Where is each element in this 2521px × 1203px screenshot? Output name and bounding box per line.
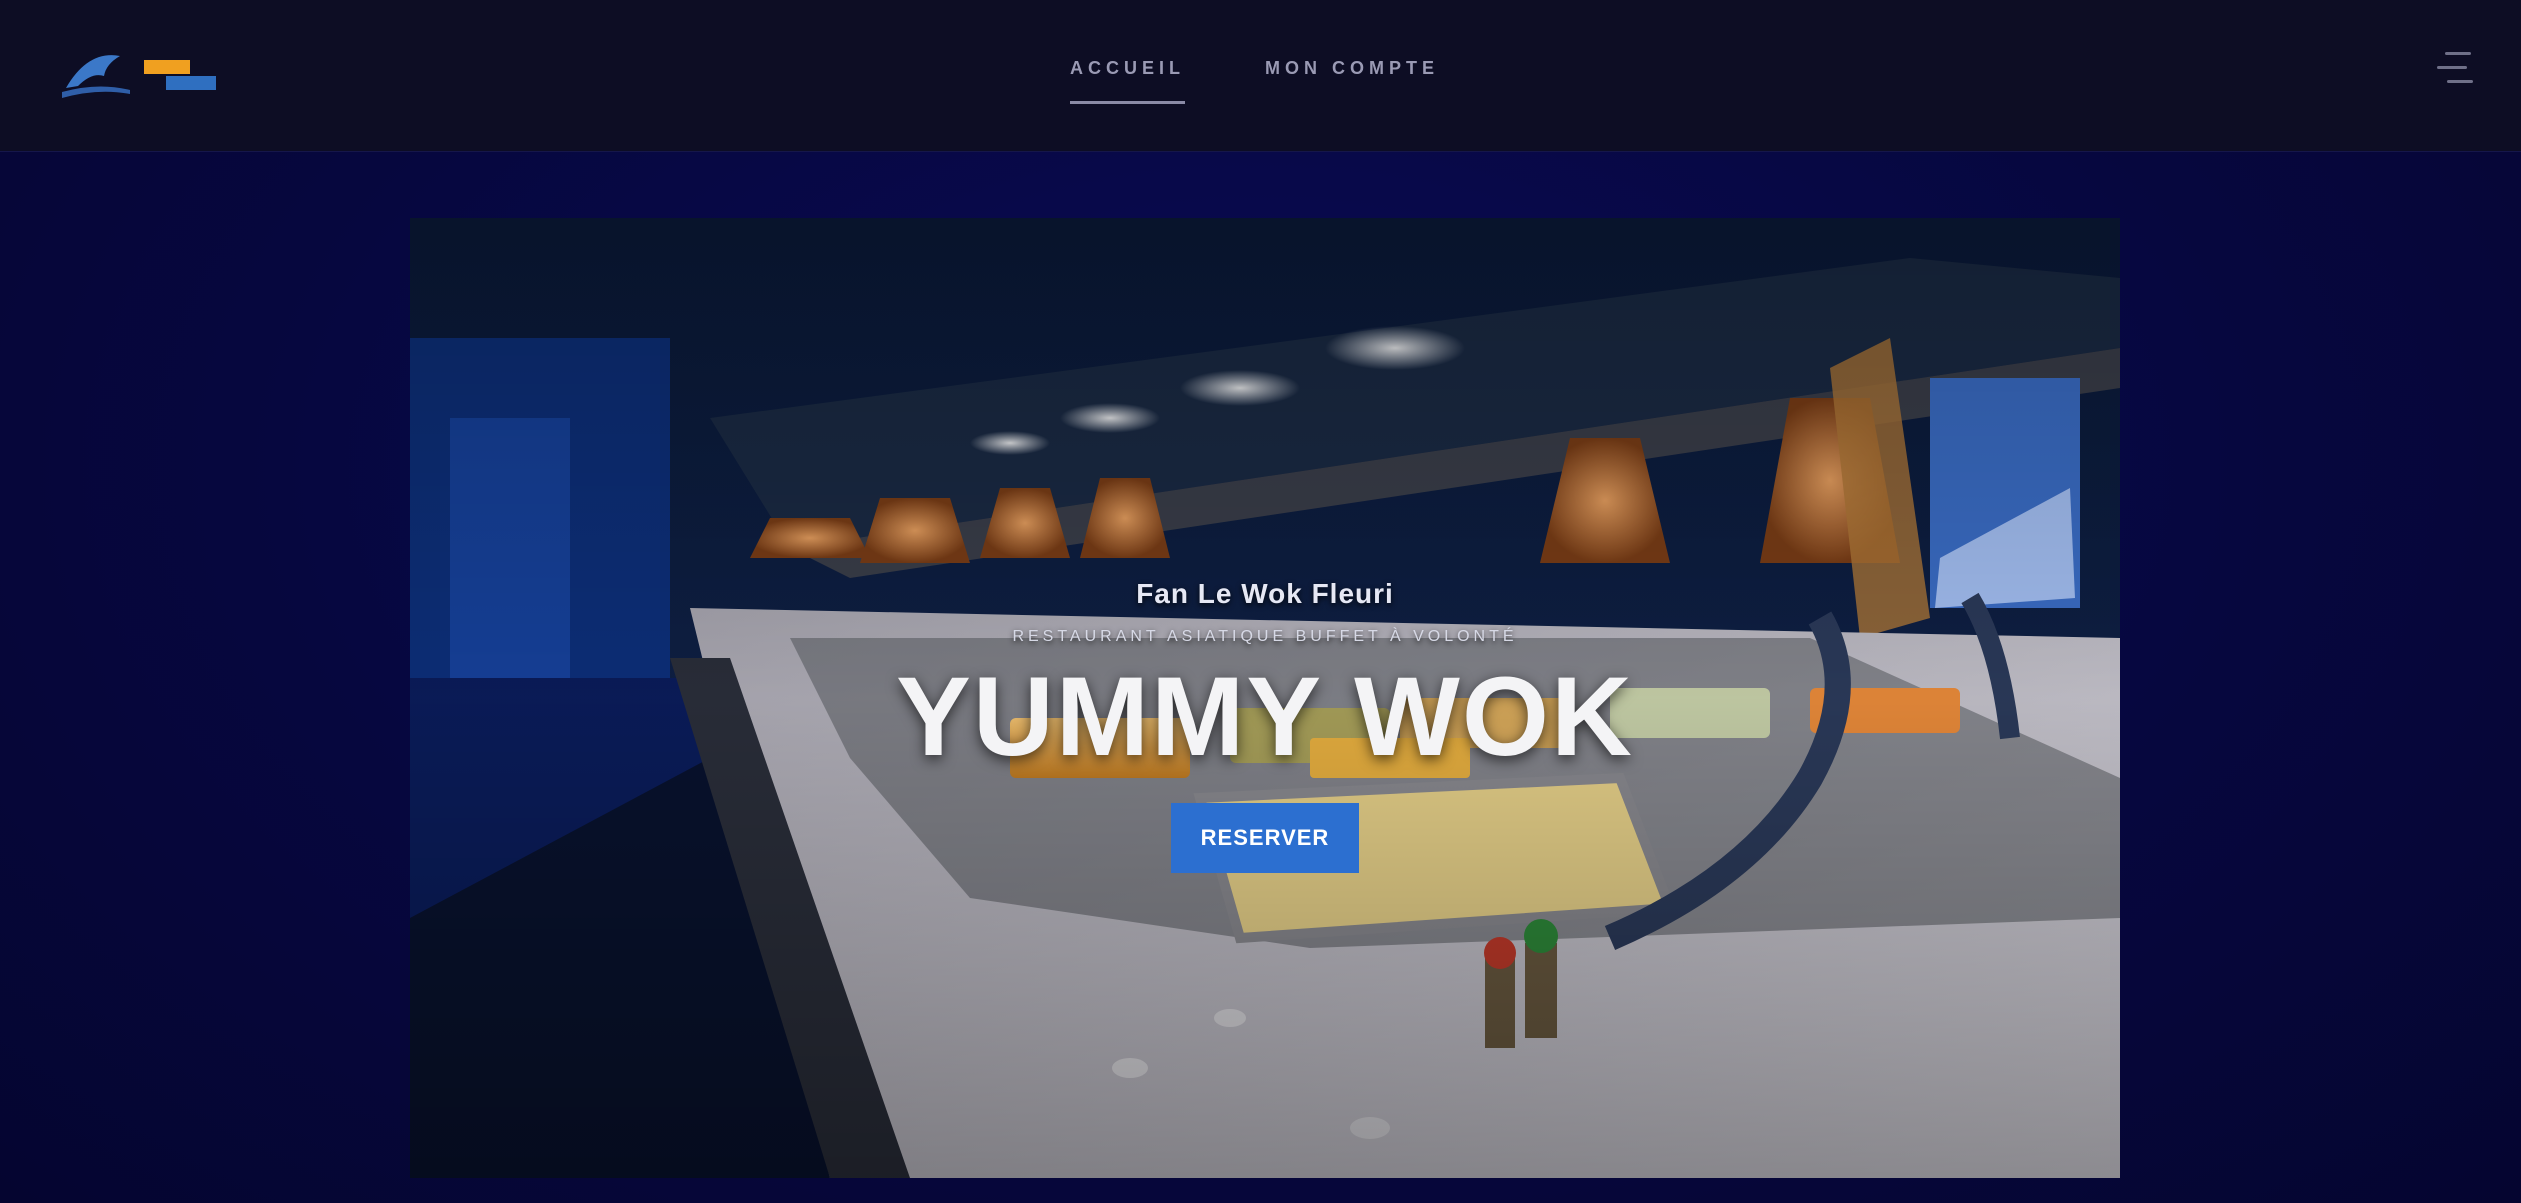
hero-tagline: Restaurant Asiatique Buffet à Volonté xyxy=(1012,628,1518,645)
site-header: ACCUEIL MON COMPTE xyxy=(0,0,2521,152)
dolphin-logo[interactable] xyxy=(58,42,218,102)
hero-text-block: Fan Le Wok Fleuri Restaurant Asiatique B… xyxy=(410,578,2120,873)
menu-toggle-icon[interactable] xyxy=(2433,44,2479,94)
hero-banner: Fan Le Wok Fleuri Restaurant Asiatique B… xyxy=(410,218,2120,1178)
nav-item-accueil[interactable]: ACCUEIL xyxy=(1070,58,1185,104)
reserve-button[interactable]: RESERVER xyxy=(1171,803,1359,873)
page-content: Fan Le Wok Fleuri Restaurant Asiatique B… xyxy=(0,152,2521,1203)
main-nav: ACCUEIL MON COMPTE xyxy=(1070,58,1439,104)
dolphin-logo-icon xyxy=(62,55,216,98)
nav-item-mon-compte[interactable]: MON COMPTE xyxy=(1265,58,1439,104)
hero-subtitle: Fan Le Wok Fleuri xyxy=(1136,578,1394,609)
hero-title: YUMMY WOK xyxy=(896,654,1634,779)
